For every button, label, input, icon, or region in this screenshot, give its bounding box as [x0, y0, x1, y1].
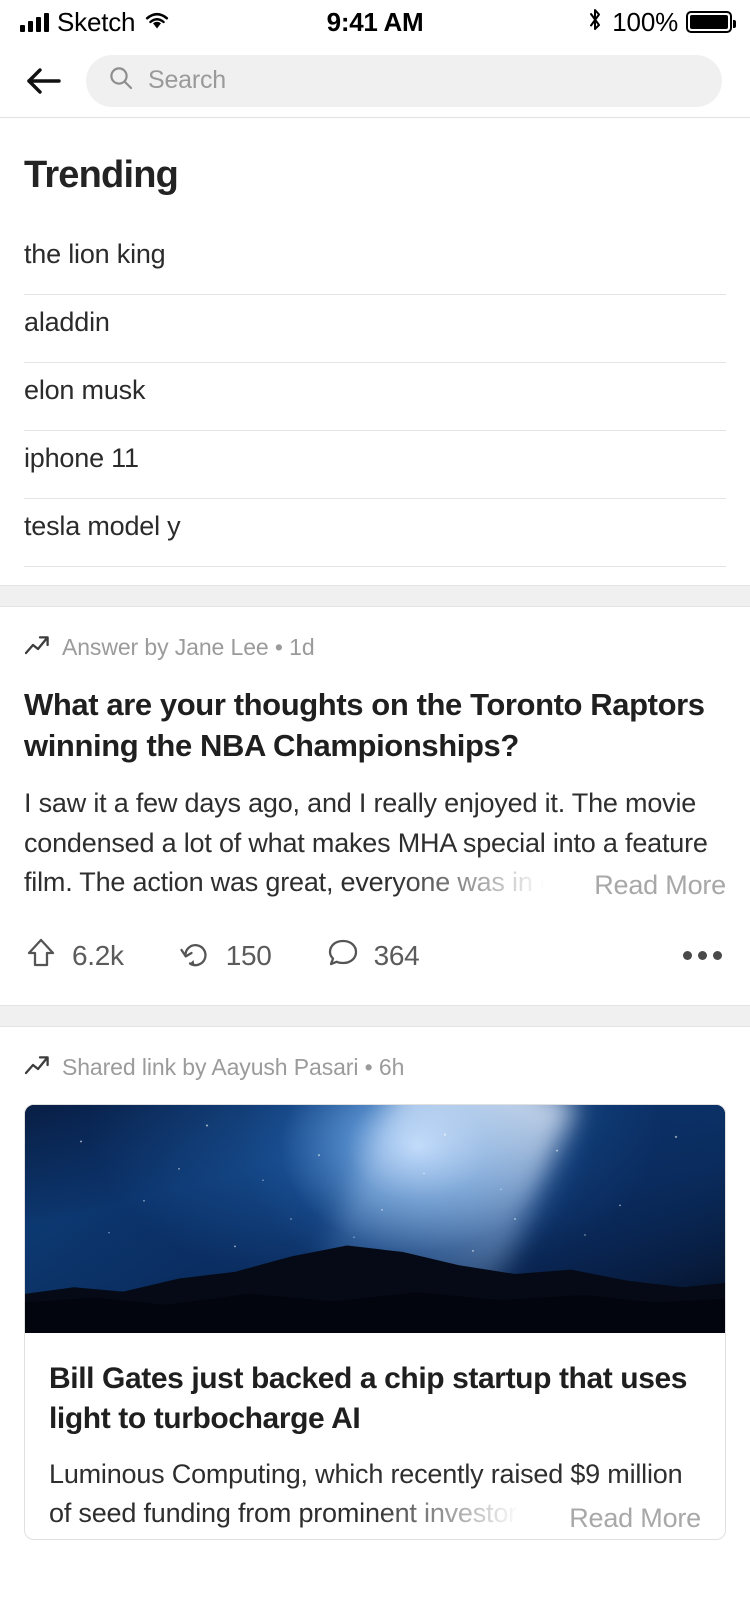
- status-bar-left: Sketch: [20, 7, 171, 38]
- search-header: [0, 44, 750, 118]
- battery-full-icon: [686, 11, 736, 33]
- shared-link-body: Bill Gates just backed a chip startup th…: [25, 1333, 725, 1540]
- answer-excerpt-wrap: I saw it a few days ago, and I really en…: [24, 784, 726, 907]
- night-sky-milky-way-over-mountains-image: [25, 1105, 725, 1334]
- reshare-count: 150: [225, 939, 272, 971]
- shared-link-desc-wrap: Luminous Computing, which recently raise…: [49, 1455, 701, 1540]
- trending-item-1[interactable]: aladdin: [24, 295, 726, 363]
- trending-item-3[interactable]: iphone 11: [24, 431, 726, 499]
- more-dots-icon: [683, 951, 692, 961]
- trending-title: Trending: [24, 154, 179, 196]
- battery-percent-label: 100%: [612, 6, 678, 37]
- shared-link-card[interactable]: Bill Gates just backed a chip startup th…: [24, 1104, 726, 1541]
- search-field[interactable]: [86, 54, 722, 107]
- comment-button[interactable]: 364: [326, 936, 420, 975]
- answer-action-bar: 6.2k 150 364: [24, 906, 726, 1005]
- trending-item-4[interactable]: tesla model y: [24, 499, 726, 567]
- wifi-icon: [143, 9, 171, 36]
- feed-card-answer: Answer by Jane Lee • 1d What are your th…: [0, 607, 750, 1006]
- trending-arrow-icon: [24, 633, 50, 662]
- comment-count: 364: [373, 939, 420, 971]
- comment-bubble-icon: [326, 936, 360, 975]
- status-bar: Sketch 9:41 AM 100%: [0, 0, 750, 44]
- upvote-button[interactable]: 6.2k: [24, 936, 124, 975]
- answer-byline: Answer by Jane Lee • 1d: [24, 633, 726, 662]
- trending-arrow-icon: [24, 1053, 50, 1082]
- upvote-arrow-icon: [24, 936, 58, 975]
- app-screen: Sketch 9:41 AM 100% Search Trending the …: [0, 0, 750, 1624]
- shared-link-title[interactable]: Bill Gates just backed a chip startup th…: [49, 1359, 701, 1439]
- signal-bars-icon: [20, 12, 49, 32]
- status-bar-right: 100%: [586, 6, 736, 38]
- read-more-link-shared[interactable]: Read More: [569, 1503, 701, 1534]
- search-input[interactable]: [148, 66, 700, 95]
- read-more-link-answer[interactable]: Read More: [594, 870, 726, 901]
- section-separator-2: [0, 1005, 750, 1028]
- feed-card-shared-link: Shared link by Aayush Pasari • 6h: [0, 1027, 750, 1083]
- search-icon: [108, 65, 134, 96]
- back-button[interactable]: [22, 59, 66, 103]
- section-separator-1: [0, 585, 750, 607]
- back-arrow-icon: [27, 67, 61, 94]
- sharedlink-byline-label: Shared link by Aayush Pasari • 6h: [62, 1054, 405, 1081]
- upvote-count: 6.2k: [72, 939, 124, 971]
- reshare-icon: [178, 936, 212, 975]
- carrier-label: Sketch: [57, 6, 136, 37]
- trending-item-0[interactable]: the lion king: [24, 227, 726, 295]
- answer-byline-label: Answer by Jane Lee • 1d: [62, 634, 315, 660]
- bluetooth-icon: [586, 7, 604, 38]
- sharedlink-byline: Shared link by Aayush Pasari • 6h: [24, 1053, 726, 1082]
- reshare-button[interactable]: 150: [178, 936, 272, 975]
- more-options-button[interactable]: [683, 951, 726, 961]
- answer-question-title[interactable]: What are your thoughts on the Toronto Ra…: [24, 684, 726, 766]
- trending-item-2[interactable]: elon musk: [24, 363, 726, 431]
- trending-section: Trending the lion king aladdin elon musk…: [0, 118, 750, 585]
